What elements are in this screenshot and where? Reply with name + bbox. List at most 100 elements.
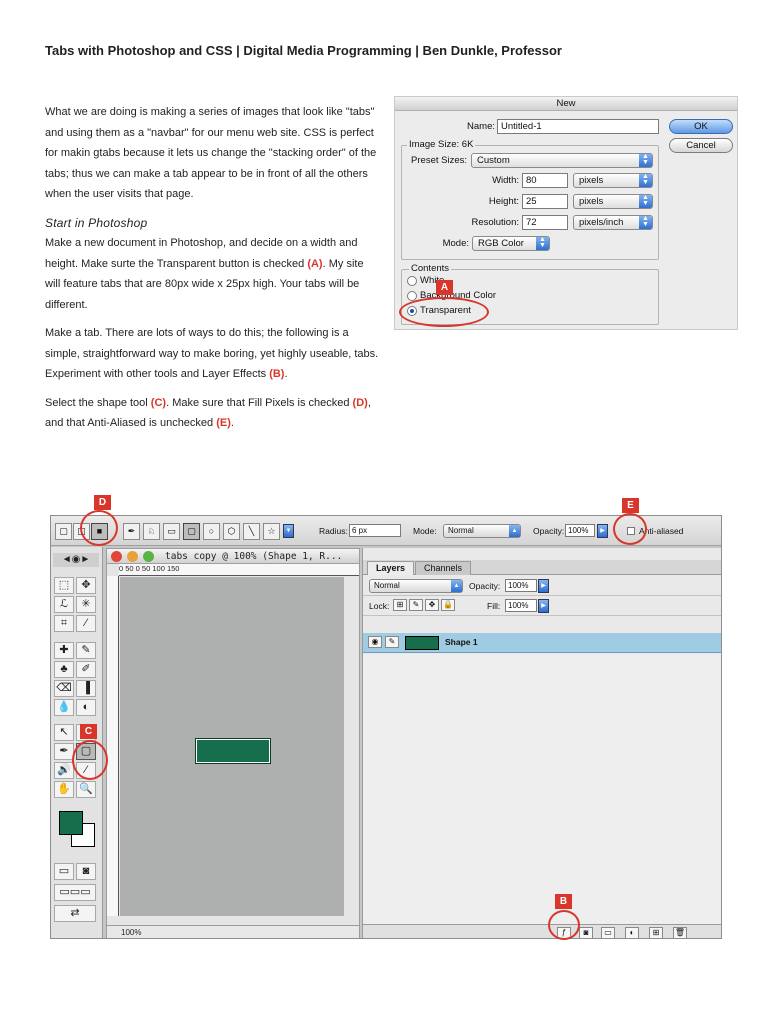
layer-blend-select[interactable]: Normal ▲: [369, 579, 463, 593]
adjustment-layer-icon[interactable]: ◐: [625, 927, 639, 938]
brush-link-icon[interactable]: ✎: [385, 636, 399, 648]
crop-tool-icon[interactable]: ⌗: [54, 615, 74, 632]
green-tab-shape[interactable]: [196, 739, 270, 763]
photoshop-eye-icon: ◄◉►: [53, 553, 99, 567]
notes-tool-icon[interactable]: 🔊: [54, 762, 74, 779]
history-brush-icon[interactable]: ✐: [76, 661, 96, 678]
lock-all-icon[interactable]: 🔒: [441, 599, 455, 611]
width-field[interactable]: 80: [522, 173, 568, 188]
foreground-color-swatch[interactable]: [59, 811, 83, 835]
height-field[interactable]: 25: [522, 194, 568, 209]
layers-opacity-label: Opacity:: [469, 581, 501, 591]
shape-layers-button[interactable]: ▢: [55, 523, 72, 540]
line-shape-icon[interactable]: ╲: [243, 523, 260, 540]
name-field[interactable]: Untitled-1: [497, 119, 659, 134]
callout-c-ring: [72, 740, 108, 780]
resolution-field[interactable]: 72: [522, 215, 568, 230]
shape-menu-arrow-icon[interactable]: ▼: [283, 524, 294, 538]
opacity-field[interactable]: 100%: [565, 524, 595, 537]
zoom-tool-icon[interactable]: 🔍: [76, 781, 96, 798]
rectangle-shape-icon[interactable]: ▭: [163, 523, 180, 540]
rounded-rectangle-icon[interactable]: ▢: [183, 523, 200, 540]
blur-tool-icon[interactable]: 💧: [54, 699, 74, 716]
layer-name: Shape 1: [445, 637, 478, 647]
select-arrows-icon: ▲ ▼: [639, 194, 652, 208]
polygon-shape-icon[interactable]: ⬡: [223, 523, 240, 540]
layers-opacity-arrow-icon[interactable]: ▶: [538, 579, 549, 593]
add-mask-icon[interactable]: ◙: [579, 927, 593, 938]
close-window-icon[interactable]: [111, 551, 122, 562]
preset-sizes-label: Preset Sizes:: [411, 155, 467, 166]
document-status-bar: 100%: [107, 925, 359, 938]
pen-tool-icon[interactable]: ✒: [123, 523, 140, 540]
blend-mode-select[interactable]: Normal ▲: [443, 524, 521, 538]
callout-d-ring: [80, 510, 118, 546]
layer-thumbnail: [405, 636, 439, 650]
step-shape-tool: Select the shape tool (C). Make sure tha…: [45, 396, 371, 430]
ellipse-shape-icon[interactable]: ○: [203, 523, 220, 540]
cancel-button[interactable]: Cancel: [669, 138, 733, 153]
quick-mask-icon[interactable]: ◙: [76, 863, 96, 880]
height-unit-select[interactable]: pixels ▲ ▼: [573, 194, 653, 209]
lock-transparency-icon[interactable]: ⊞: [393, 599, 407, 611]
dodge-tool-icon[interactable]: ◐: [76, 699, 96, 716]
freeform-pen-icon[interactable]: ♘: [143, 523, 160, 540]
zoom-window-icon[interactable]: [143, 551, 154, 562]
callout-e: E: [622, 498, 639, 513]
lock-image-icon[interactable]: ✎: [409, 599, 423, 611]
screen-modes-icon[interactable]: ▭▭▭: [54, 884, 96, 901]
width-unit-select[interactable]: pixels ▲ ▼: [573, 173, 653, 188]
gradient-tool-icon[interactable]: ▐: [76, 680, 96, 697]
image-size-label: Image Size: 6K: [407, 139, 476, 150]
mode-select[interactable]: RGB Color ▲ ▼: [472, 236, 550, 251]
select-arrows-icon: ▲ ▼: [639, 173, 652, 187]
minimize-window-icon[interactable]: [127, 551, 138, 562]
layers-opacity-field[interactable]: 100%: [505, 579, 537, 592]
layers-footer: ƒ ◙ ▭ ◐ ⊞ 🗑: [363, 924, 721, 938]
hand-tool-icon[interactable]: ✋: [54, 781, 74, 798]
opacity-slider-arrow-icon[interactable]: ▶: [597, 524, 608, 538]
path-selection-icon[interactable]: ↖: [54, 724, 74, 741]
standard-mode-icon[interactable]: ▭: [54, 863, 74, 880]
dialog-title: New: [395, 97, 737, 111]
document-canvas[interactable]: [120, 577, 344, 916]
fill-label: Fill:: [487, 601, 501, 611]
custom-shape-icon[interactable]: ☆: [263, 523, 280, 540]
eraser-tool-icon[interactable]: ⌫: [54, 680, 74, 697]
zoom-level[interactable]: 100%: [121, 928, 141, 937]
intro-paragraph: What we are doing is making a series of …: [45, 106, 377, 200]
lock-position-icon[interactable]: ✥: [425, 599, 439, 611]
move-tool-icon[interactable]: ✥: [76, 577, 96, 594]
callout-b-ring: [548, 910, 580, 940]
jump-to-imageready-icon[interactable]: ⇄: [54, 905, 96, 922]
stamp-tool-icon[interactable]: ♣: [54, 661, 74, 678]
contents-label: Contents: [409, 263, 452, 274]
tab-layers[interactable]: Layers: [367, 561, 415, 575]
name-label: Name:: [467, 121, 495, 132]
marquee-tool-icon[interactable]: ⬚: [54, 577, 74, 594]
brush-tool-icon[interactable]: ✎: [76, 642, 96, 659]
ok-button[interactable]: OK: [669, 119, 733, 134]
new-layer-icon[interactable]: ⊞: [649, 927, 663, 938]
slice-tool-icon[interactable]: ⁄: [76, 615, 96, 632]
new-group-icon[interactable]: ▭: [601, 927, 615, 938]
pen-tool-icon[interactable]: ✒: [54, 743, 74, 760]
healing-brush-icon[interactable]: ✚: [54, 642, 74, 659]
fill-arrow-icon[interactable]: ▶: [538, 599, 549, 613]
tab-channels[interactable]: Channels: [415, 561, 472, 575]
radius-field[interactable]: 6 px: [349, 524, 401, 537]
select-arrows-icon: ▲: [451, 580, 462, 592]
callout-c: C: [80, 724, 97, 739]
resolution-unit-select[interactable]: pixels/inch ▲ ▼: [573, 215, 653, 230]
subheading: Start in Photoshop: [45, 215, 148, 230]
callout-a: A: [436, 280, 453, 295]
magic-wand-tool-icon[interactable]: ✳: [76, 596, 96, 613]
visibility-eye-icon[interactable]: ◉: [368, 636, 382, 648]
select-arrows-icon: ▲: [509, 525, 520, 537]
preset-sizes-select[interactable]: Custom ▲ ▼: [471, 153, 653, 168]
layer-row-shape-1[interactable]: ◉ ✎ Shape 1: [363, 633, 721, 653]
fill-field[interactable]: 100%: [505, 599, 537, 612]
lasso-tool-icon[interactable]: ℒ: [54, 596, 74, 613]
trash-icon[interactable]: 🗑: [673, 927, 687, 938]
white-radio[interactable]: [407, 276, 417, 286]
